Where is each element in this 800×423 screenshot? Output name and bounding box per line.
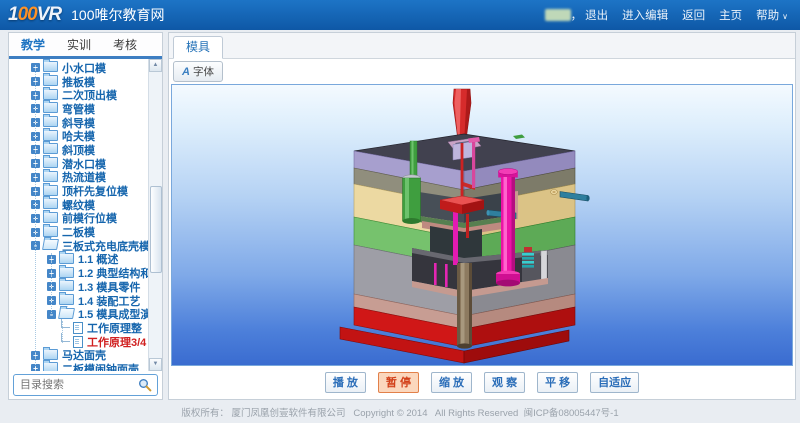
folder-icon: [43, 61, 58, 72]
logout-link[interactable]: 退出: [585, 7, 608, 23]
viewer-toolbar: A字体: [169, 59, 795, 84]
folder-icon: [43, 143, 58, 154]
tree-scrollbar[interactable]: ▲ ▼: [148, 59, 162, 371]
folder-icon: [59, 253, 74, 264]
back-link[interactable]: 返回: [682, 7, 705, 23]
catalog-search: [9, 371, 162, 399]
tree-item[interactable]: +二板模闹钟面壳: [9, 362, 148, 371]
document-icon: [73, 336, 83, 348]
mold-3d-model: [322, 87, 602, 366]
ejector-shaft: [457, 263, 472, 349]
copyright-footer: 版权所有： 厦门凤凰创壹软件有限公司 Copyright © 2014 All …: [0, 405, 800, 419]
folder-icon: [59, 280, 74, 291]
home-link[interactable]: 主页: [719, 7, 742, 23]
auto-fit-button[interactable]: 自适应: [590, 372, 639, 393]
course-tree: +小水口模 +推板模 +二次顶出模 +弯管模 +斜导模 +哈夫模 +斜顶模 +潜…: [9, 59, 162, 371]
folder-icon: [43, 102, 58, 113]
comma-separator: ，: [571, 7, 583, 23]
header-links: ， 退出 进入编辑 返回 主页 帮助∨: [545, 7, 800, 23]
folder-icon: [43, 362, 58, 371]
folder-icon: [59, 267, 74, 278]
folder-icon: [43, 89, 58, 100]
folder-icon: [43, 198, 58, 209]
folder-icon: [43, 226, 58, 237]
folder-icon: [43, 157, 58, 168]
chevron-down-icon: ∨: [782, 12, 788, 21]
pan-button[interactable]: 平 移: [537, 372, 578, 393]
tree-list: +小水口模 +推板模 +二次顶出模 +弯管模 +斜导模 +哈夫模 +斜顶模 +潜…: [9, 61, 148, 371]
observe-button[interactable]: 观 察: [484, 372, 525, 393]
enter-edit-link[interactable]: 进入编辑: [622, 7, 668, 23]
folder-icon: [43, 130, 58, 141]
tab-assessment[interactable]: 考核: [113, 36, 137, 53]
tab-teaching[interactable]: 教学: [21, 36, 45, 53]
folder-icon: [43, 212, 58, 223]
site-title: 100唯尔教育网: [71, 5, 164, 25]
content-panel: 模具 A字体: [168, 32, 796, 400]
tab-training[interactable]: 实训: [67, 36, 91, 53]
sidebar-panel: 教学 实训 考核 +小水口模 +推板模 +二次顶出模 +弯管模 +斜导模 +哈夫…: [8, 32, 163, 400]
tree-item-label[interactable]: 二板模闹钟面壳: [62, 361, 139, 371]
scroll-thumb[interactable]: [150, 186, 162, 273]
folder-icon: [43, 171, 58, 182]
tree-guide-line: [51, 253, 52, 315]
tree-guide-line: [62, 321, 63, 343]
tree-guide-line: [35, 65, 36, 365]
font-icon: A: [182, 66, 190, 78]
help-link[interactable]: 帮助∨: [756, 7, 788, 23]
folder-icon: [43, 185, 58, 196]
play-button[interactable]: 播 放: [325, 372, 366, 393]
username-redacted[interactable]: [545, 9, 571, 21]
open-folder-icon: [42, 239, 59, 250]
top-header: 100VR 100唯尔教育网 ， 退出 进入编辑 返回 主页 帮助∨: [0, 0, 800, 30]
pause-button[interactable]: 暂 停: [378, 372, 419, 393]
tab-mold[interactable]: 模具: [173, 36, 223, 59]
zoom-button[interactable]: 缩 放: [431, 372, 472, 393]
search-icon[interactable]: [138, 378, 152, 392]
scroll-up-arrow[interactable]: ▲: [149, 59, 162, 72]
content-tabbar: 模具: [169, 33, 795, 59]
folder-icon: [59, 294, 74, 305]
viewer-canvas[interactable]: [171, 84, 793, 366]
scroll-down-arrow[interactable]: ▼: [149, 358, 162, 371]
site-logo: 100VR: [8, 4, 61, 26]
folder-icon: [43, 75, 58, 86]
folder-icon: [43, 349, 58, 360]
font-button[interactable]: A字体: [173, 61, 223, 82]
tree-leaf-selected[interactable]: 工作原理3/4: [9, 335, 148, 349]
open-folder-icon: [58, 308, 75, 319]
search-input[interactable]: [13, 374, 158, 396]
folder-icon: [43, 116, 58, 127]
document-icon: [73, 322, 83, 334]
sidebar-tabs: 教学 实训 考核: [9, 33, 162, 59]
playback-controls: 播 放 暂 停 缩 放 观 察 平 移 自适应: [169, 365, 795, 399]
